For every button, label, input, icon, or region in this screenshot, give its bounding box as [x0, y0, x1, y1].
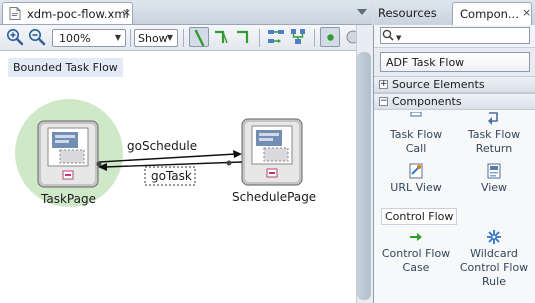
schedulepage-node[interactable]	[241, 118, 303, 186]
palette-page-select[interactable]: ADF Task Flow	[380, 52, 530, 72]
taskpage-node[interactable]	[37, 120, 99, 188]
elbow-line-button[interactable]	[233, 27, 253, 47]
expand-icon[interactable]: +	[379, 80, 388, 89]
search-icon[interactable]	[382, 29, 394, 41]
tab-resources[interactable]: Resources	[378, 6, 437, 20]
zoom-out-icon	[29, 29, 46, 46]
straight-line-button[interactable]	[189, 27, 209, 47]
chevron-down-icon: ▼	[114, 33, 121, 42]
section-components-label: Components	[392, 95, 462, 108]
elbow-line-icon	[237, 30, 249, 43]
zoom-in-button[interactable]	[5, 27, 25, 47]
overflow-toggle-button[interactable]	[343, 27, 357, 47]
tab-list-dropdown-icon[interactable]	[355, 6, 369, 18]
zoom-select[interactable]: 100% ▼	[52, 29, 126, 47]
gotask-label[interactable]: goTask	[151, 169, 192, 183]
palette-item-task-flow-call[interactable]: Task Flow Call	[381, 112, 451, 156]
layout-horizontal-button[interactable]	[266, 27, 286, 47]
orthogonal-line-icon	[215, 30, 228, 44]
show-label: Show	[138, 32, 168, 45]
close-tab-icon[interactable]: ×	[522, 6, 531, 19]
palette-item-wildcard-control-flow-rule[interactable]: Wildcard Control Flow Rule	[459, 229, 529, 289]
palette-item-label: Task Flow	[389, 128, 443, 141]
taskpage-label: TaskPage	[41, 192, 96, 206]
layout-horizontal-icon	[268, 30, 284, 43]
palette-item-label: Wildcard	[470, 247, 518, 260]
control-flow-case-icon	[410, 233, 422, 241]
goschedule-label[interactable]: goSchedule	[127, 139, 197, 153]
palette-item-label: View	[480, 181, 508, 194]
section-source-elements[interactable]: + Source Elements	[374, 76, 535, 93]
palette-search-input[interactable]	[406, 29, 526, 42]
editor-tab[interactable]: xdm-poc-flow.xml ×	[2, 2, 133, 24]
search-options-chevron-icon[interactable]: ▼	[396, 34, 401, 42]
edge-handle[interactable]	[226, 160, 232, 166]
zoom-value: 100%	[59, 32, 91, 45]
section-components[interactable]: − Components	[374, 93, 535, 110]
tab-components[interactable]: Compon... ×	[452, 2, 532, 25]
overflow-icon	[346, 30, 357, 44]
palette-item-task-flow-return[interactable]: Task Flow Return	[459, 110, 529, 156]
palette-item-label: Call	[405, 142, 427, 155]
xml-file-icon	[9, 7, 21, 20]
straight-line-icon	[194, 29, 205, 47]
task-flow-return-icon	[488, 112, 498, 125]
collapse-icon[interactable]: −	[379, 97, 388, 106]
control-flow-group-label: Control Flow	[381, 208, 458, 225]
toolbar-separator	[314, 29, 315, 47]
grid-dot-icon	[327, 34, 334, 41]
palette-item-label: Control Flow	[381, 247, 451, 260]
toolbar-separator	[130, 29, 131, 47]
url-view-icon	[409, 163, 423, 179]
palette-item-url-view[interactable]: URL View	[381, 163, 451, 195]
wildcard-icon	[487, 230, 501, 244]
task-flow-call-icon	[410, 112, 422, 117]
orthogonal-line-button[interactable]	[211, 27, 231, 47]
chevron-down-icon: ▼	[166, 33, 173, 42]
section-source-elements-label: Source Elements	[392, 78, 485, 91]
zoom-out-button[interactable]	[27, 27, 47, 47]
palette-item-label: Return	[475, 142, 513, 155]
show-menu[interactable]: Show ▼	[134, 29, 178, 47]
palette-item-label: Control Flow	[459, 261, 529, 274]
snap-grid-button[interactable]	[320, 27, 340, 47]
diagram-toolbar: 100% ▼ Show ▼	[0, 25, 372, 51]
palette-item-label: Rule	[482, 275, 506, 288]
layout-vertical-icon	[291, 29, 305, 44]
scrollbar-thumb[interactable]	[357, 52, 371, 300]
palette-item-label: URL View	[390, 181, 442, 194]
close-tab-icon[interactable]: ×	[122, 6, 131, 19]
toolbar-separator	[183, 29, 184, 47]
palette-item-label: Case	[402, 261, 430, 274]
layout-vertical-button[interactable]	[288, 27, 308, 47]
editor-tab-title: xdm-poc-flow.xml	[27, 7, 129, 21]
edge-handle[interactable]	[96, 161, 102, 167]
tab-components-label: Compon...	[460, 7, 519, 21]
toolbar-separator	[259, 29, 260, 47]
palette-item-label: Task Flow	[467, 128, 521, 141]
view-icon	[487, 163, 501, 179]
zoom-in-icon	[7, 29, 24, 46]
palette-item-view[interactable]: View	[459, 163, 529, 195]
palette-item-control-flow-case[interactable]: Control Flow Case	[381, 229, 451, 275]
palette-page-value: ADF Task Flow	[386, 56, 465, 69]
schedulepage-label: SchedulePage	[232, 190, 317, 204]
